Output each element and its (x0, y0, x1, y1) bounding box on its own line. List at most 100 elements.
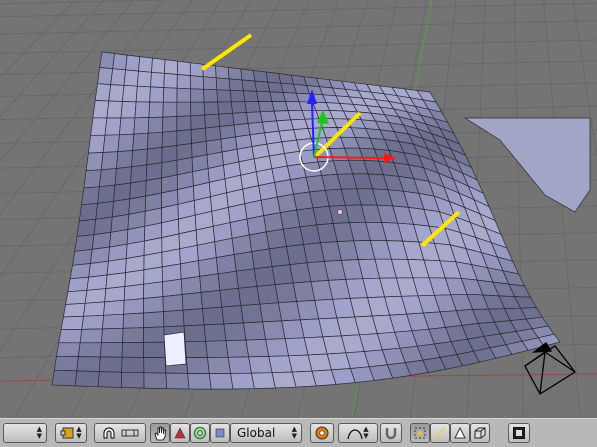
mesh-face (92, 100, 110, 119)
mesh-face (83, 169, 102, 189)
falloff-curve-icon (347, 426, 363, 440)
mesh-face (229, 89, 246, 103)
3d-viewport[interactable] (0, 0, 597, 418)
mesh-face (176, 101, 192, 117)
mesh-face (202, 306, 225, 326)
face-select-icon (453, 426, 467, 440)
snap-toggle[interactable] (380, 423, 402, 443)
mesh-face (62, 302, 86, 318)
mesh-face (76, 218, 97, 237)
mesh-face (223, 322, 247, 342)
orientation-label: Global (237, 426, 276, 440)
mesh-face (162, 116, 178, 133)
pivot-point-icon (101, 425, 117, 441)
mesh-face (186, 357, 210, 374)
mesh-face (72, 249, 93, 266)
mesh-face (123, 69, 139, 87)
mesh-face (190, 127, 207, 144)
manipulator-toggle[interactable] (150, 423, 170, 443)
mesh-face (97, 184, 116, 204)
mesh-face (199, 273, 221, 293)
mesh-face (215, 65, 230, 80)
occlude-geometry-button[interactable] (470, 423, 490, 443)
mesh-face (225, 339, 250, 358)
mesh-face (93, 216, 113, 236)
mode-selector[interactable]: ▲ ▼ (3, 423, 47, 443)
mesh-face (138, 56, 153, 73)
mesh-face (218, 112, 235, 127)
mesh-face (150, 71, 165, 88)
mesh-face (83, 301, 106, 317)
mesh-face (123, 283, 145, 301)
mesh-face (189, 75, 204, 90)
render-icon (512, 426, 526, 440)
mesh-face (136, 70, 152, 88)
mesh-face (216, 89, 232, 103)
mesh-face (74, 370, 100, 388)
mesh-face (203, 101, 220, 116)
mesh-face (145, 162, 163, 182)
mesh-face (161, 263, 182, 283)
mesh-face (106, 100, 123, 119)
vertex-select-button[interactable] (410, 423, 430, 443)
mesh-face (67, 276, 90, 293)
mesh-face (203, 323, 227, 342)
mesh-face (176, 115, 192, 132)
mesh-face (176, 129, 192, 146)
mesh-face (99, 51, 115, 70)
mesh-face (94, 83, 112, 102)
mesh-face (88, 260, 109, 278)
mesh-face (124, 269, 145, 287)
scale-widget-button[interactable] (210, 423, 230, 443)
mesh-face (143, 311, 165, 328)
mesh-face (78, 202, 98, 222)
updown-arrows-icon: ▲ ▼ (36, 425, 42, 440)
mesh-face (162, 294, 184, 312)
mesh-face (51, 369, 78, 387)
mesh-face (205, 340, 229, 358)
falloff-select[interactable]: ▲ ▼ (338, 423, 378, 443)
mesh-face (60, 315, 84, 331)
edge-select-button[interactable] (430, 423, 450, 443)
translate-widget-icon (174, 427, 186, 439)
mesh-face (207, 356, 232, 374)
viewport-canvas[interactable] (0, 0, 597, 418)
mesh-face (143, 296, 164, 314)
mesh-face (231, 234, 253, 255)
mesh-face (200, 289, 223, 309)
rotate-widget-button[interactable] (190, 423, 210, 443)
mesh-face (133, 117, 150, 135)
mesh-face (203, 88, 219, 103)
nurbs-surface-mesh[interactable] (51, 51, 591, 390)
mesh-face (110, 68, 126, 86)
mesh-face (86, 274, 108, 291)
proportional-edit-button[interactable] (310, 423, 334, 443)
mesh-face (102, 134, 120, 153)
translate-widget-button[interactable] (170, 423, 190, 443)
mesh-face (265, 338, 290, 357)
transform-orientation-select[interactable]: Global ▲ ▼ (230, 423, 302, 443)
mesh-face (180, 276, 202, 295)
render-button[interactable] (508, 423, 530, 443)
vertex-select-icon (413, 426, 427, 440)
mesh-face (232, 112, 249, 126)
face-select-button[interactable] (450, 423, 470, 443)
mesh-face (88, 134, 106, 154)
mesh-face (265, 228, 287, 250)
mesh-face (90, 117, 108, 136)
mesh-face (183, 324, 207, 343)
mesh-face (240, 68, 256, 82)
mesh-face (120, 371, 145, 389)
object-mode-menu[interactable]: ▲ ▼ (55, 423, 87, 443)
mesh-face (259, 110, 278, 123)
camera-icon[interactable] (524, 342, 576, 395)
mesh-face (99, 168, 117, 188)
control-handle-1[interactable] (201, 33, 253, 71)
updown-arrows-icon: ▲ ▼ (76, 425, 82, 440)
mesh-face (151, 57, 166, 74)
mesh-face (143, 357, 167, 374)
mesh-face (143, 341, 166, 358)
pivot-menu[interactable] (94, 423, 146, 443)
mesh-face (106, 258, 127, 276)
mesh-face (182, 308, 205, 327)
